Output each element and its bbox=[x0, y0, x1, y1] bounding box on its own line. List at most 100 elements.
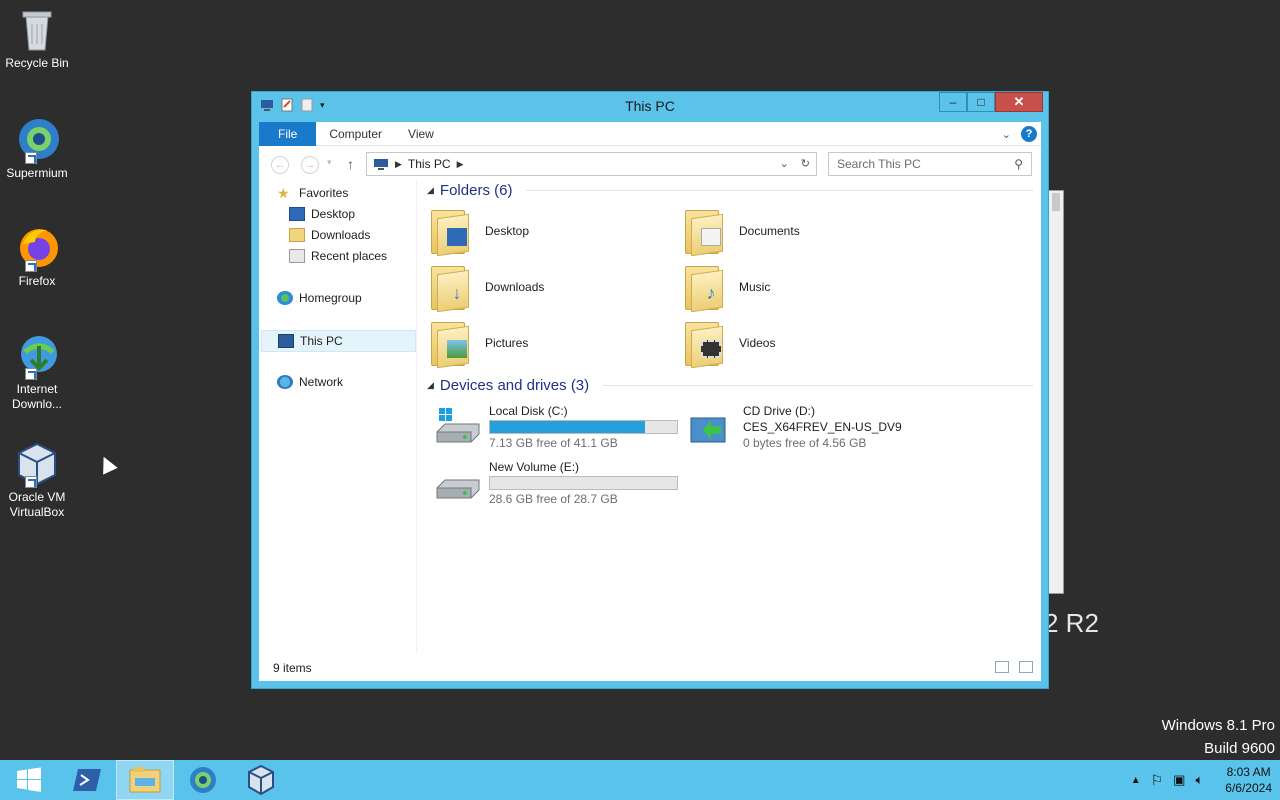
nav-item-network[interactable]: Network bbox=[277, 373, 343, 391]
taskbar: ▲ ⚐ ▣ 🔈︎ 8:03 AM 6/6/2024 bbox=[0, 760, 1280, 800]
nav-item-this-pc[interactable]: This PC bbox=[261, 330, 416, 352]
expand-ribbon-chevron-icon[interactable]: ⌄ bbox=[1002, 128, 1011, 141]
nav-item-favorites[interactable]: ★ Favorites bbox=[277, 184, 348, 202]
drive-free-space: 0 bytes free of 4.56 GB bbox=[743, 436, 867, 450]
drive-usage-bar bbox=[489, 476, 678, 490]
background-window-scrollbar bbox=[1052, 193, 1060, 211]
folders-group-header[interactable]: ◢ Folders (6) bbox=[427, 182, 1033, 199]
tab-file[interactable]: File bbox=[259, 121, 317, 146]
folder-desktop[interactable]: Desktop bbox=[431, 208, 529, 257]
show-hidden-icons-icon[interactable]: ▲ bbox=[1131, 775, 1141, 786]
window-title: This PC bbox=[625, 98, 675, 114]
taskbar-supermium[interactable] bbox=[174, 760, 232, 800]
desktop-icon-virtualbox[interactable]: Oracle VM VirtualBox bbox=[0, 440, 74, 520]
downloads-icon bbox=[289, 228, 305, 242]
nav-label: Downloads bbox=[311, 228, 371, 242]
nav-item-recent-places[interactable]: Recent places bbox=[289, 247, 387, 265]
supermium-icon bbox=[190, 767, 216, 793]
nav-item-downloads[interactable]: Downloads bbox=[289, 226, 370, 244]
os-watermark: Windows 8.1 Pro Build 9600 bbox=[1162, 714, 1275, 760]
desktop-icon bbox=[289, 207, 305, 221]
desktop-icon-supermium[interactable]: Supermium bbox=[0, 116, 74, 181]
address-dropdown-icon[interactable]: ⌄ bbox=[780, 157, 789, 170]
drive-name: New Volume (E:) bbox=[489, 460, 580, 474]
search-icon[interactable]: ⚲ bbox=[1014, 157, 1023, 171]
shortcut-arrow-icon bbox=[25, 368, 37, 380]
desktop-icon-internet-download-manager[interactable]: Internet Downlo... bbox=[0, 332, 74, 412]
network-tray-icon[interactable]: ▣ bbox=[1173, 772, 1185, 788]
taskbar-powershell[interactable] bbox=[58, 760, 116, 800]
desktop-icon-recycle-bin[interactable]: Recycle Bin bbox=[0, 6, 74, 71]
collapse-triangle-icon[interactable]: ◢ bbox=[427, 185, 434, 196]
collapse-triangle-icon[interactable]: ◢ bbox=[427, 380, 434, 391]
start-button[interactable] bbox=[0, 760, 58, 800]
folder-name: Music bbox=[739, 280, 771, 294]
network-icon bbox=[277, 375, 293, 389]
pictures-folder-icon bbox=[431, 320, 471, 369]
folder-downloads[interactable]: ↓ Downloads bbox=[431, 264, 544, 313]
shortcut-arrow-icon bbox=[25, 476, 37, 488]
breadcrumb-this-pc[interactable]: This PC bbox=[408, 157, 451, 171]
folder-pictures[interactable]: Pictures bbox=[431, 320, 528, 369]
minimize-button[interactable]: ‒ bbox=[939, 92, 967, 112]
title-bar[interactable]: ▾ This PC ‒ □ ✕ bbox=[252, 92, 1048, 120]
clock[interactable]: 8:03 AM 6/6/2024 bbox=[1225, 764, 1272, 796]
nav-label: Homegroup bbox=[299, 291, 362, 305]
volume-muted-icon[interactable]: 🔈︎ bbox=[1195, 772, 1203, 788]
refresh-icon[interactable]: ↻ bbox=[801, 157, 810, 170]
desktop-icon-firefox[interactable]: Firefox bbox=[0, 224, 74, 289]
group-title: Folders (6) bbox=[439, 182, 513, 199]
desktop-icon-label: Internet Downlo... bbox=[11, 382, 63, 411]
supermium-icon bbox=[13, 116, 61, 164]
forward-button[interactable]: → bbox=[301, 156, 319, 174]
tab-view[interactable]: View bbox=[395, 122, 447, 146]
drive-new-volume-e[interactable]: New Volume (E:) 28.6 GB free of 28.7 GB bbox=[435, 460, 678, 506]
this-pc-icon bbox=[278, 334, 294, 348]
address-bar[interactable]: ▶ This PC ▶ ⌄ ↻ bbox=[366, 152, 817, 176]
breadcrumb-arrow-icon[interactable]: ▶ bbox=[395, 159, 402, 170]
homegroup-icon bbox=[277, 291, 293, 305]
recent-locations-chevron-icon[interactable]: ▾ bbox=[327, 157, 332, 168]
nav-item-homegroup[interactable]: Homegroup bbox=[277, 289, 362, 307]
drive-usage-fill bbox=[490, 421, 646, 433]
clock-date: 6/6/2024 bbox=[1225, 781, 1272, 795]
folder-documents[interactable]: Documents bbox=[685, 208, 800, 257]
nav-label: Recent places bbox=[311, 249, 388, 263]
drive-free-space: 7.13 GB free of 41.1 GB bbox=[489, 436, 618, 450]
clock-time: 8:03 AM bbox=[1226, 765, 1271, 779]
close-button[interactable]: ✕ bbox=[995, 92, 1043, 112]
shortcut-arrow-icon bbox=[25, 152, 37, 164]
folder-videos[interactable]: Videos bbox=[685, 320, 776, 369]
recent-places-icon bbox=[289, 249, 305, 263]
explorer-window: ▾ This PC ‒ □ ✕ File Computer View ⌄ ? ←… bbox=[251, 91, 1049, 689]
folder-name: Videos bbox=[739, 336, 776, 350]
window-controls: ‒ □ ✕ bbox=[939, 92, 1043, 112]
documents-folder-icon bbox=[685, 208, 725, 257]
search-input[interactable]: Search This PC ⚲ bbox=[828, 152, 1032, 176]
downloads-folder-icon: ↓ bbox=[431, 264, 471, 313]
watermark-build: Build 9600 bbox=[1204, 740, 1275, 757]
desktop-icon-label: Recycle Bin bbox=[5, 56, 69, 70]
large-icons-view-icon[interactable] bbox=[1019, 661, 1033, 673]
drives-group-header[interactable]: ◢ Devices and drives (3) bbox=[427, 377, 1033, 394]
taskbar-file-explorer[interactable] bbox=[116, 760, 174, 800]
action-center-flag-icon[interactable]: ⚐ bbox=[1151, 772, 1164, 789]
details-view-icon[interactable] bbox=[995, 661, 1009, 673]
breadcrumb-arrow-icon[interactable]: ▶ bbox=[457, 159, 464, 170]
drive-local-disk-c[interactable]: Local Disk (C:) 7.13 GB free of 41.1 GB bbox=[435, 404, 678, 450]
ribbon-tabs: File Computer View ⌄ ? bbox=[259, 121, 1041, 146]
maximize-button[interactable]: □ bbox=[967, 92, 995, 112]
drive-cd-d[interactable]: CD Drive (D:) CES_X64FREV_EN-US_DV9 0 by… bbox=[689, 404, 902, 450]
up-button[interactable]: ↑ bbox=[347, 156, 354, 172]
drive-name: CD Drive (D:) bbox=[743, 404, 815, 418]
tab-computer[interactable]: Computer bbox=[316, 122, 395, 146]
local-disk-drive-icon bbox=[435, 408, 481, 448]
shortcut-arrow-icon bbox=[25, 260, 37, 272]
mouse-cursor bbox=[96, 453, 118, 475]
nav-item-desktop[interactable]: Desktop bbox=[289, 205, 355, 223]
search-placeholder: Search This PC bbox=[837, 157, 921, 171]
folder-music[interactable]: ♪ Music bbox=[685, 264, 771, 313]
help-button[interactable]: ? bbox=[1021, 126, 1037, 142]
back-button[interactable]: ← bbox=[271, 156, 289, 174]
taskbar-virtualbox[interactable] bbox=[232, 760, 290, 800]
